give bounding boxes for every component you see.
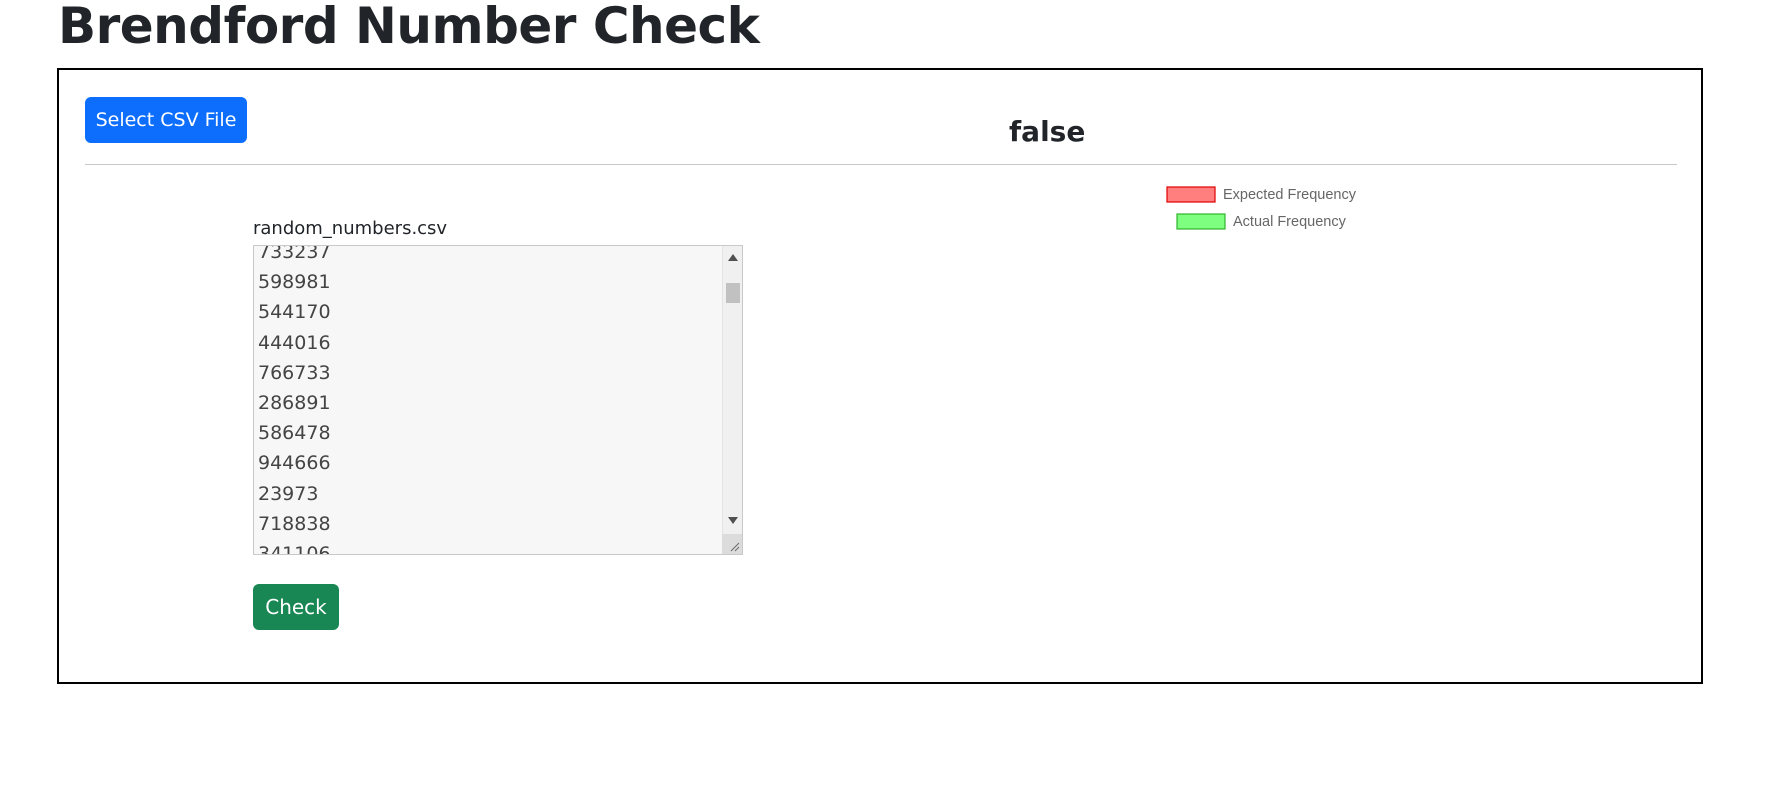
resize-grip-icon[interactable] [722,534,742,554]
main-panel: Select CSV File random_numbers.csv 73323… [57,68,1703,684]
scroll-thumb[interactable] [726,283,740,303]
numbers-list: 733237 598981 544170 444016 766733 286891 5864… [258,245,331,555]
actual-legend-swatch [1176,213,1226,230]
page-title: Brendford Number Check [58,0,760,55]
select-csv-button[interactable]: Select CSV File [85,97,247,143]
number-row: 766733 [258,361,331,384]
file-name-label: random_numbers.csv [253,218,448,239]
expected-legend-swatch [1166,186,1216,203]
scroll-down-arrow-icon[interactable] [728,517,738,524]
resize-grip-svg [730,542,740,552]
number-row: 444016 [258,331,331,354]
actual-legend-label: Actual Frequency [1233,214,1347,230]
number-row: 586478 [258,422,331,445]
divider [85,164,1677,165]
number-row: 23973 [258,482,319,505]
number-row: 733237 [258,245,331,263]
number-row: 718838 [258,512,331,535]
number-row: 544170 [258,301,331,324]
number-row: 944666 [258,452,331,475]
number-row: 341106 [258,542,331,555]
number-row: 598981 [258,271,331,294]
numbers-textarea[interactable]: 733237 598981 544170 444016 766733 286891 5864… [253,245,743,555]
scrollbar[interactable] [722,246,742,554]
benford-chart: 00.050.100.150.200.250.300.35123456789Ex… [1166,186,1357,230]
check-button[interactable]: Check [253,584,339,630]
number-row: 286891 [258,391,331,414]
scroll-up-arrow-icon[interactable] [728,254,738,261]
expected-legend-label: Expected Frequency [1223,187,1357,203]
